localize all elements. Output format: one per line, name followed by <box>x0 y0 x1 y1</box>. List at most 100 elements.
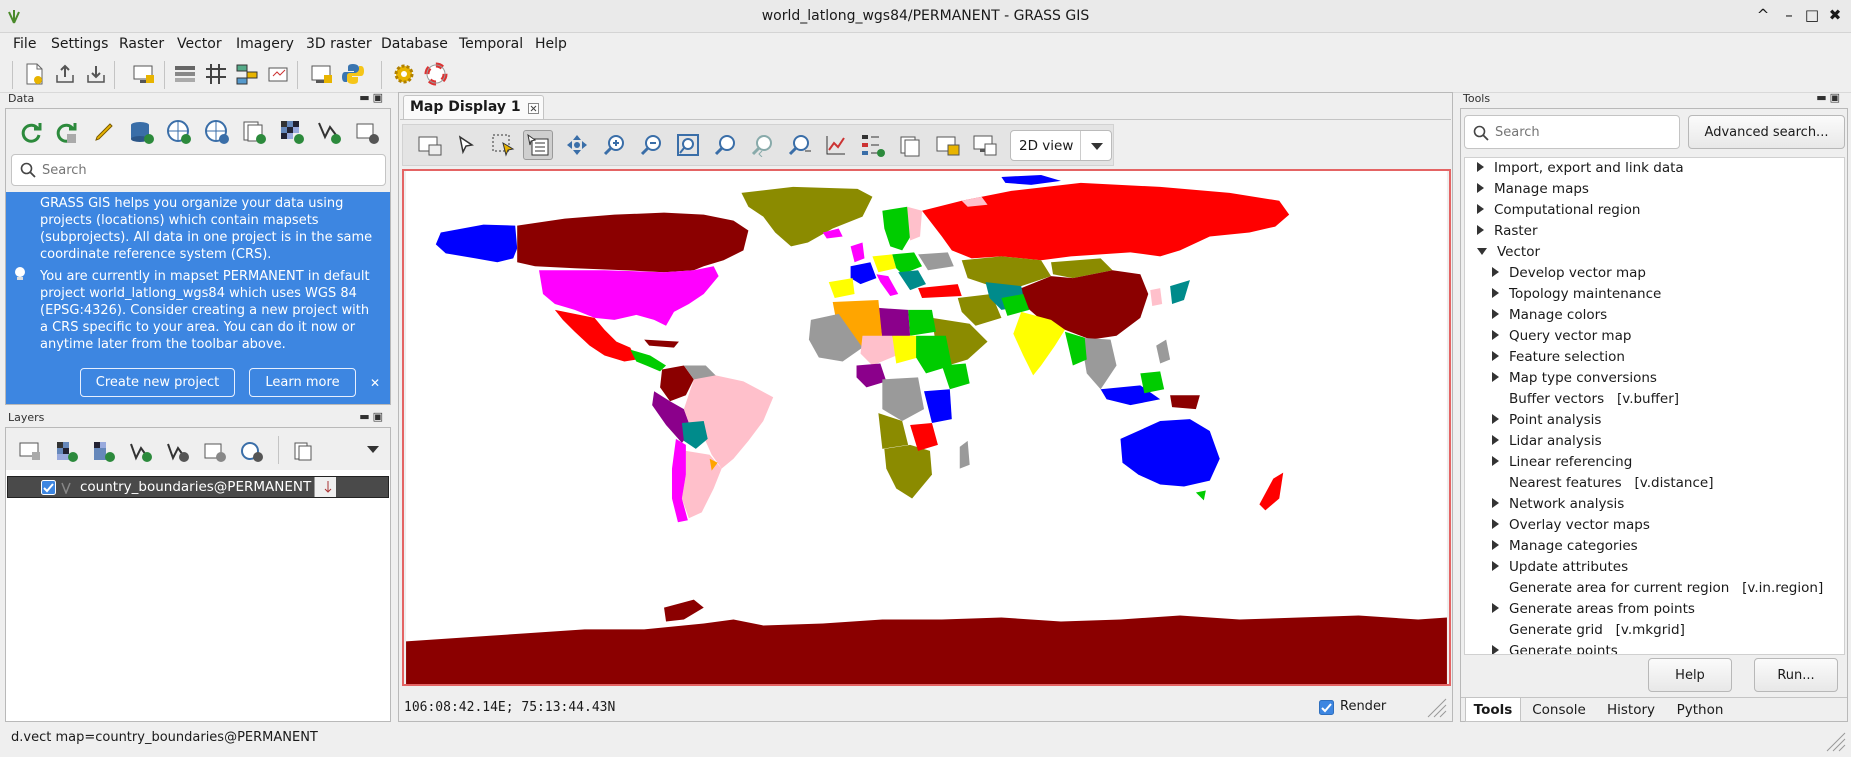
tree-item[interactable]: Manage categories <box>1492 536 1638 557</box>
map-canvas[interactable] <box>402 169 1451 686</box>
tree-item[interactable]: Linear referencing <box>1492 452 1632 473</box>
resize-grip-icon[interactable] <box>1825 731 1847 753</box>
menu-help[interactable]: Help <box>531 33 571 55</box>
close-tab-icon[interactable] <box>528 103 539 114</box>
layer-visibility-checkbox[interactable] <box>41 480 56 495</box>
chevron-right-icon[interactable] <box>1492 603 1499 613</box>
tree-item[interactable]: Develop vector map <box>1492 263 1646 284</box>
menu-database[interactable]: Database <box>377 33 452 55</box>
tree-item[interactable]: Generate points <box>1492 641 1618 654</box>
menu-temporal[interactable]: Temporal <box>455 33 527 55</box>
region-korea[interactable] <box>1150 288 1163 306</box>
link-data-icon[interactable] <box>352 117 382 147</box>
database-add-icon[interactable] <box>127 117 157 147</box>
zoom-menu-icon[interactable] <box>784 130 814 160</box>
settings-gear-icon[interactable] <box>390 60 418 88</box>
tree-item[interactable]: Generate areas from points <box>1492 599 1695 620</box>
open-workspace-icon[interactable] <box>51 60 79 88</box>
save-display-icon[interactable] <box>895 130 925 160</box>
tab-python[interactable]: Python <box>1667 698 1733 722</box>
menu-vector[interactable]: Vector <box>173 33 226 55</box>
chevron-right-icon[interactable] <box>1492 372 1499 382</box>
menu-3d-raster[interactable]: 3D raster <box>302 33 376 55</box>
new-workspace-icon[interactable] <box>20 60 48 88</box>
georectifier-icon[interactable] <box>264 60 292 88</box>
add-group-icon[interactable] <box>289 436 319 466</box>
region-borneo[interactable] <box>1140 371 1165 394</box>
script-icon[interactable] <box>308 60 336 88</box>
pane-controls-icon[interactable]: ▬▣ <box>359 410 386 423</box>
query-tool-icon[interactable] <box>523 130 553 160</box>
zoom-in-icon[interactable] <box>599 130 629 160</box>
chevron-right-icon[interactable] <box>1492 330 1499 340</box>
close-info-icon[interactable]: ✕ <box>370 375 380 392</box>
chevron-right-icon[interactable] <box>1492 435 1499 445</box>
advanced-search-button[interactable]: Advanced search... <box>1688 115 1845 149</box>
new-map-display-icon[interactable] <box>130 60 158 88</box>
save-workspace-icon[interactable] <box>82 60 110 88</box>
python-icon[interactable] <box>339 60 367 88</box>
tree-item[interactable]: Update attributes <box>1492 557 1628 578</box>
import-vector-icon[interactable] <box>314 117 344 147</box>
tab-console[interactable]: Console <box>1523 698 1595 722</box>
menu-file[interactable]: File <box>9 33 40 55</box>
chevron-right-icon[interactable] <box>1477 162 1484 172</box>
chevron-right-icon[interactable] <box>1492 288 1499 298</box>
tab-history[interactable]: History <box>1597 698 1665 722</box>
learn-more-button[interactable]: Learn more <box>249 368 356 397</box>
tree-item[interactable]: Map type conversions <box>1492 368 1657 389</box>
render-checkbox[interactable] <box>1319 700 1334 715</box>
reload-tree-icon[interactable] <box>16 117 46 147</box>
chevron-down-icon[interactable] <box>1477 247 1487 255</box>
help-button[interactable]: Help <box>1648 658 1732 692</box>
display-map-icon[interactable] <box>415 130 445 160</box>
chevron-right-icon[interactable] <box>1477 225 1484 235</box>
tree-item[interactable]: Import, export and link data <box>1477 158 1684 179</box>
tree-item[interactable]: Raster <box>1477 221 1538 242</box>
tree-item[interactable]: Point analysis <box>1492 410 1601 431</box>
print-display-icon[interactable] <box>933 130 963 160</box>
chevron-right-icon[interactable] <box>1492 561 1499 571</box>
tab-tools[interactable]: Tools <box>1465 698 1521 722</box>
add-overlay-icon[interactable] <box>200 436 230 466</box>
tools-search-input[interactable]: Search <box>1464 115 1680 149</box>
menu-imagery[interactable]: Imagery <box>232 33 298 55</box>
map-settings-icon[interactable] <box>970 130 1000 160</box>
pane-controls-icon[interactable]: ▬▣ <box>1816 91 1843 104</box>
add-vector-icon[interactable] <box>126 436 156 466</box>
chevron-right-icon[interactable] <box>1477 204 1484 214</box>
chevron-right-icon[interactable] <box>1492 267 1499 277</box>
pane-controls-icon[interactable]: ▬▣ <box>359 91 386 104</box>
map-decorations-icon[interactable] <box>858 130 888 160</box>
resize-grip-icon[interactable] <box>1426 697 1448 719</box>
tree-item[interactable]: Computational region <box>1477 200 1640 221</box>
tab-map-display-1[interactable]: Map Display 1 <box>403 95 544 119</box>
zoom-region-icon[interactable] <box>710 130 740 160</box>
edit-pencil-icon[interactable] <box>89 117 119 147</box>
tree-item[interactable]: Vector <box>1477 242 1540 263</box>
chevron-right-icon[interactable] <box>1492 414 1499 424</box>
menu-raster[interactable]: Raster <box>115 33 168 55</box>
select-features-icon[interactable] <box>488 130 518 160</box>
tree-item[interactable]: Nearest features [v.distance] <box>1492 473 1713 494</box>
tree-item[interactable]: Query vector map <box>1492 326 1631 347</box>
tree-item[interactable]: Feature selection <box>1492 347 1625 368</box>
analyze-chart-icon[interactable] <box>821 130 851 160</box>
help-lifebuoy-icon[interactable] <box>422 60 450 88</box>
add-web-layer-icon[interactable] <box>237 436 267 466</box>
chevron-right-icon[interactable] <box>1477 183 1484 193</box>
region-new-guinea[interactable] <box>1170 395 1200 410</box>
run-button[interactable]: Run... <box>1754 658 1838 692</box>
chevron-right-icon[interactable] <box>1492 309 1499 319</box>
add-vector-misc-icon[interactable] <box>163 436 193 466</box>
tree-item[interactable]: Generate grid [v.mkgrid] <box>1492 620 1685 641</box>
chevron-right-icon[interactable] <box>1492 519 1499 529</box>
chevron-right-icon[interactable] <box>1492 456 1499 466</box>
tree-item[interactable]: Manage maps <box>1477 179 1589 200</box>
add-raster-icon[interactable] <box>52 436 82 466</box>
reload-mapset-icon[interactable] <box>51 117 81 147</box>
layer-properties-icon[interactable] <box>314 477 336 497</box>
project-download-icon[interactable] <box>202 117 232 147</box>
create-new-project-button[interactable]: Create new project <box>80 368 235 397</box>
zoom-extent-icon[interactable] <box>673 130 703 160</box>
